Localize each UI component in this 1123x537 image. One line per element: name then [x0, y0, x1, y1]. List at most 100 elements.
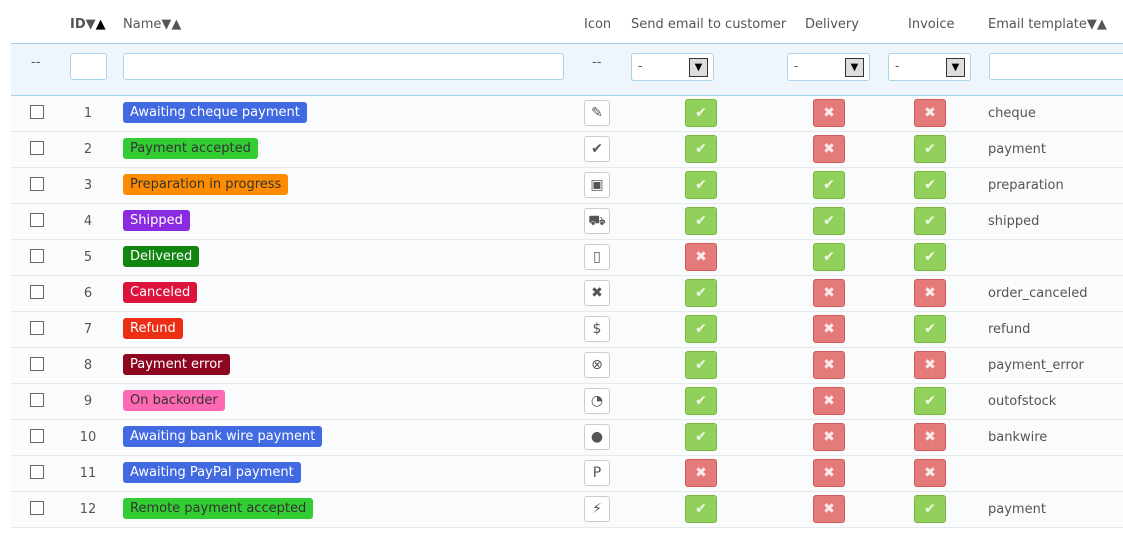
invoice-disabled-toggle[interactable]: ✖: [914, 99, 946, 127]
table-row[interactable]: 11 Awaiting PayPal payment P ✖ ✖ ✖: [11, 456, 1123, 492]
sort-asc-icon[interactable]: ▲: [171, 17, 181, 32]
package-icon: ▣: [584, 172, 610, 198]
invoice-disabled-toggle[interactable]: ✖: [914, 459, 946, 487]
header-email-template[interactable]: Email template▼▲: [988, 17, 1107, 32]
chevron-down-icon: ▼: [946, 58, 965, 77]
invoice-enabled-toggle[interactable]: ✔: [914, 495, 946, 523]
invoice-disabled-toggle[interactable]: ✖: [914, 279, 946, 307]
delivery-disabled-toggle[interactable]: ✖: [813, 279, 845, 307]
header-name-label: Name: [123, 17, 162, 32]
send-email-enabled-toggle[interactable]: ✔: [685, 99, 717, 127]
send-email-enabled-toggle[interactable]: ✔: [685, 423, 717, 451]
row-checkbox[interactable]: [30, 429, 44, 443]
clock-icon: ◔: [584, 388, 610, 414]
invoice-enabled-toggle[interactable]: ✔: [914, 135, 946, 163]
delivery-disabled-toggle[interactable]: ✖: [813, 459, 845, 487]
invoice-enabled-toggle[interactable]: ✔: [914, 387, 946, 415]
chevron-down-icon: ▼: [845, 58, 864, 77]
coins-icon: ●: [584, 424, 610, 450]
header-template-label: Email template: [988, 17, 1087, 32]
delivery-enabled-toggle[interactable]: ✔: [813, 207, 845, 235]
invoice-enabled-toggle[interactable]: ✔: [914, 243, 946, 271]
delivery-disabled-toggle[interactable]: ✖: [813, 423, 845, 451]
header-send-email: Send email to customer: [631, 17, 787, 32]
template-filter-input[interactable]: [989, 53, 1123, 80]
row-checkbox[interactable]: [30, 141, 44, 155]
row-id: 2: [83, 142, 93, 157]
send-email-enabled-toggle[interactable]: ✔: [685, 171, 717, 199]
table-row[interactable]: 4 Shipped ⛟ ✔ ✔ ✔ shipped: [11, 204, 1123, 240]
send-email-enabled-toggle[interactable]: ✔: [685, 279, 717, 307]
status-badge: Preparation in progress: [123, 174, 289, 195]
table-row[interactable]: 7 Refund $ ✔ ✖ ✔ refund: [11, 312, 1123, 348]
row-id: 4: [83, 214, 93, 229]
row-checkbox[interactable]: [30, 249, 44, 263]
row-checkbox[interactable]: [30, 105, 44, 119]
row-checkbox[interactable]: [30, 285, 44, 299]
status-badge: Remote payment accepted: [123, 498, 314, 519]
sort-desc-icon[interactable]: ▼: [86, 17, 96, 32]
table-row[interactable]: 3 Preparation in progress ▣ ✔ ✔ ✔ preparat…: [11, 168, 1123, 204]
status-badge: Delivered: [123, 246, 200, 267]
send-email-filter-select[interactable]: - ▼: [631, 53, 714, 81]
send-email-disabled-toggle[interactable]: ✖: [685, 459, 717, 487]
send-email-enabled-toggle[interactable]: ✔: [685, 387, 717, 415]
table-row[interactable]: 10 Awaiting bank wire payment ● ✔ ✖ ✖ bank…: [11, 420, 1123, 456]
delivery-disabled-toggle[interactable]: ✖: [813, 315, 845, 343]
sort-desc-icon[interactable]: ▼: [1087, 17, 1097, 32]
chevron-down-icon: ▼: [689, 58, 708, 77]
send-email-disabled-toggle[interactable]: ✖: [685, 243, 717, 271]
row-checkbox[interactable]: [30, 501, 44, 515]
table-row[interactable]: 9 On backorder ◔ ✔ ✖ ✔ outofstock: [11, 384, 1123, 420]
table-row[interactable]: 12 Remote payment accepted ⚡ ✔ ✖ ✔ payment: [11, 492, 1123, 528]
send-email-enabled-toggle[interactable]: ✔: [685, 495, 717, 523]
table-row[interactable]: 6 Canceled ✖ ✔ ✖ ✖ order_canceled: [11, 276, 1123, 312]
send-email-enabled-toggle[interactable]: ✔: [685, 315, 717, 343]
row-checkbox[interactable]: [30, 393, 44, 407]
name-filter-input[interactable]: [123, 53, 564, 80]
header-id[interactable]: ID▼▲: [70, 17, 106, 32]
status-badge: Payment accepted: [123, 138, 258, 159]
send-email-enabled-toggle[interactable]: ✔: [685, 351, 717, 379]
invoice-enabled-toggle[interactable]: ✔: [914, 315, 946, 343]
delivery-disabled-toggle[interactable]: ✖: [813, 99, 845, 127]
row-checkbox[interactable]: [30, 213, 44, 227]
table-row[interactable]: 5 Delivered ▯ ✖ ✔ ✔: [11, 240, 1123, 276]
sort-asc-icon[interactable]: ▲: [1097, 17, 1107, 32]
row-id: 7: [83, 322, 93, 337]
row-id: 11: [79, 466, 97, 481]
sort-asc-icon[interactable]: ▲: [96, 17, 106, 32]
row-checkbox[interactable]: [30, 321, 44, 335]
row-id: 5: [83, 250, 93, 265]
delivery-disabled-toggle[interactable]: ✖: [813, 387, 845, 415]
send-email-enabled-toggle[interactable]: ✔: [685, 207, 717, 235]
delivery-enabled-toggle[interactable]: ✔: [813, 243, 845, 271]
send-email-enabled-toggle[interactable]: ✔: [685, 135, 717, 163]
row-checkbox[interactable]: [30, 357, 44, 371]
row-checkbox[interactable]: [30, 177, 44, 191]
plug-icon: ⚡: [584, 496, 610, 522]
row-checkbox[interactable]: [30, 465, 44, 479]
delivery-disabled-toggle[interactable]: ✖: [813, 351, 845, 379]
door-icon: ▯: [584, 244, 610, 270]
table-row[interactable]: 1 Awaiting cheque payment ✎ ✔ ✖ ✖ cheque: [11, 96, 1123, 132]
delivery-disabled-toggle[interactable]: ✖: [813, 135, 845, 163]
delivery-enabled-toggle[interactable]: ✔: [813, 171, 845, 199]
invoice-enabled-toggle[interactable]: ✔: [914, 171, 946, 199]
email-template: cheque: [988, 106, 1036, 121]
table-row[interactable]: 2 Payment accepted ✔ ✔ ✖ ✔ payment: [11, 132, 1123, 168]
invoice-disabled-toggle[interactable]: ✖: [914, 351, 946, 379]
truck-icon: ⛟: [584, 208, 610, 234]
filter-row: -- -- - ▼ - ▼ - ▼: [11, 44, 1123, 96]
table-row[interactable]: 8 Payment error ⊗ ✔ ✖ ✖ payment_error: [11, 348, 1123, 384]
id-filter-input[interactable]: [70, 53, 107, 80]
invoice-enabled-toggle[interactable]: ✔: [914, 207, 946, 235]
sort-desc-icon[interactable]: ▼: [161, 17, 171, 32]
invoice-disabled-toggle[interactable]: ✖: [914, 423, 946, 451]
status-badge: Payment error: [123, 354, 230, 375]
delivery-filter-select[interactable]: - ▼: [787, 53, 870, 81]
invoice-filter-select[interactable]: - ▼: [888, 53, 971, 81]
status-badge: Canceled: [123, 282, 198, 303]
delivery-disabled-toggle[interactable]: ✖: [813, 495, 845, 523]
header-name[interactable]: Name▼▲: [123, 17, 181, 32]
